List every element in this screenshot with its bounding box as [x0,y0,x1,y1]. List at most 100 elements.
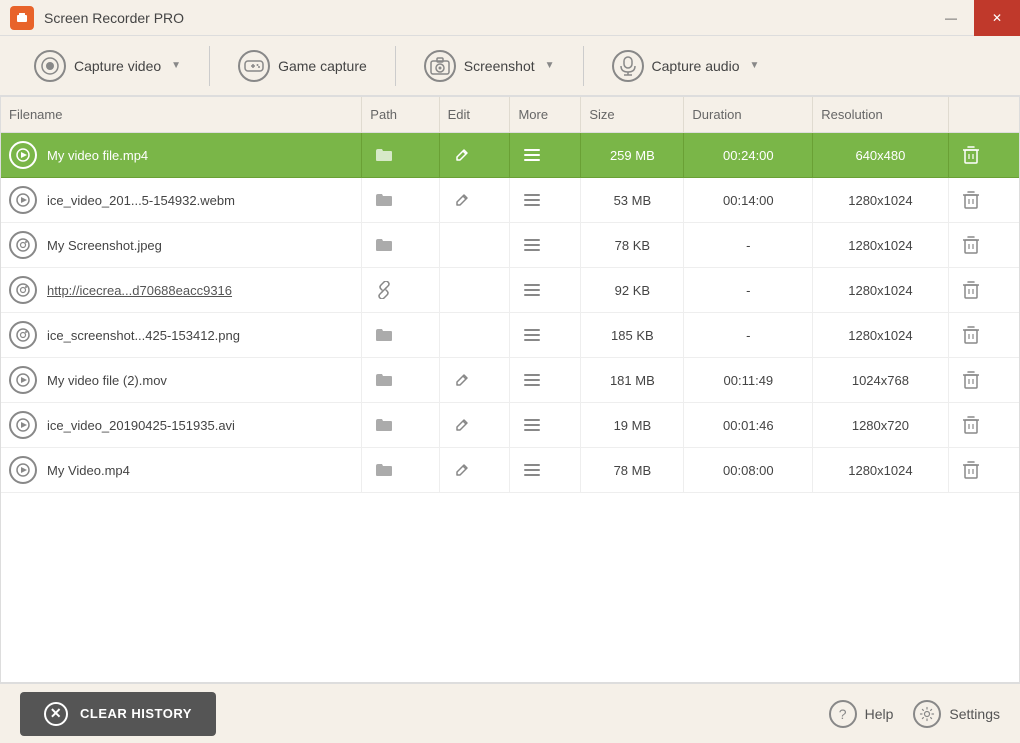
path-folder-button[interactable] [370,186,398,214]
delete-button[interactable] [957,231,985,259]
app-title: Screen Recorder PRO [44,10,184,26]
edit-button[interactable] [448,141,476,169]
more-button[interactable] [518,186,546,214]
table-row[interactable]: My video file.mp4 259 MB 00:24:00 640x48 [1,133,1019,178]
path-folder-button[interactable] [370,231,398,259]
file-name: ice_video_201...5-154932.webm [47,193,235,208]
cell-more [510,223,581,268]
table-row[interactable]: ice_screenshot...425-153412.png 185 KB -… [1,313,1019,358]
header-filename: Filename [1,97,362,133]
video-file-icon [9,186,37,214]
delete-button[interactable] [957,321,985,349]
path-folder-button[interactable] [370,366,398,394]
path-folder-button[interactable] [370,321,398,349]
capture-video-label: Capture video [74,58,161,74]
cell-size: 53 MB [581,178,684,223]
header-edit: Edit [439,97,510,133]
cell-edit [439,268,510,313]
more-button[interactable] [518,231,546,259]
edit-button[interactable] [448,186,476,214]
close-button[interactable]: ✕ [974,0,1020,36]
clear-history-button[interactable]: ✕ CLEAR HISTORY [20,692,216,736]
file-name: My Video.mp4 [47,463,130,478]
cell-delete [948,268,1019,313]
edit-button[interactable] [448,456,476,484]
file-name: ice_screenshot...425-153412.png [47,328,240,343]
more-button[interactable] [518,321,546,349]
header-path: Path [362,97,439,133]
file-name: My video file.mp4 [47,148,148,163]
cell-edit [439,133,510,178]
capture-audio-icon [612,50,644,82]
delete-button[interactable] [957,186,985,214]
path-link-button[interactable] [370,276,398,304]
video-file-icon [9,411,37,439]
cell-path [362,448,439,493]
more-button[interactable] [518,411,546,439]
table-row[interactable]: ice_video_201...5-154932.webm 53 MB 00:1… [1,178,1019,223]
screenshot-file-icon [9,231,37,259]
toolbar: Capture video ▼ Game capture Screenshot [0,36,1020,96]
capture-video-icon [34,50,66,82]
edit-button[interactable] [448,411,476,439]
separator-3 [583,46,584,86]
cell-more [510,133,581,178]
delete-button[interactable] [957,141,985,169]
table-row[interactable]: http://icecrea...d70688eacc9316 92 KB - … [1,268,1019,313]
file-link[interactable]: http://icecrea...d70688eacc9316 [47,283,232,298]
game-capture-label: Game capture [278,58,367,74]
cell-duration: - [684,268,813,313]
cell-filename: My video file (2).mov [1,358,362,403]
capture-audio-arrow: ▼ [749,60,759,71]
title-bar: Screen Recorder PRO — ✕ [0,0,1020,36]
cell-size: 259 MB [581,133,684,178]
cell-duration: 00:11:49 [684,358,813,403]
delete-button[interactable] [957,276,985,304]
screenshot-arrow: ▼ [545,60,555,71]
video-file-icon [9,141,37,169]
edit-button[interactable] [448,366,476,394]
more-button[interactable] [518,366,546,394]
cell-path [362,178,439,223]
video-file-icon [9,366,37,394]
cell-resolution: 1280x1024 [813,223,948,268]
delete-button[interactable] [957,411,985,439]
table-row[interactable]: ice_video_20190425-151935.avi 19 MB 00:0… [1,403,1019,448]
more-button[interactable] [518,456,546,484]
file-table-container[interactable]: Filename Path Edit More Size Duration Re… [0,96,1020,683]
cell-edit [439,448,510,493]
game-capture-button[interactable]: Game capture [224,42,381,90]
header-resolution: Resolution [813,97,948,133]
table-row[interactable]: My Video.mp4 78 MB 00:08:00 1280x1024 [1,448,1019,493]
cell-resolution: 1280x1024 [813,313,948,358]
capture-video-arrow: ▼ [171,60,181,71]
path-folder-button[interactable] [370,456,398,484]
settings-button[interactable]: Settings [913,700,1000,728]
more-button[interactable] [518,141,546,169]
clear-history-label: CLEAR HISTORY [80,706,192,721]
minimize-button[interactable]: — [928,0,974,36]
cell-edit [439,178,510,223]
delete-button[interactable] [957,366,985,394]
help-button[interactable]: ? Help [829,700,894,728]
help-label: Help [865,706,894,722]
path-folder-button[interactable] [370,141,398,169]
cell-resolution: 1280x720 [813,403,948,448]
cell-resolution: 1280x1024 [813,268,948,313]
cell-duration: 00:01:46 [684,403,813,448]
screenshot-button[interactable]: Screenshot ▼ [410,42,569,90]
cell-duration: 00:14:00 [684,178,813,223]
cell-size: 78 MB [581,448,684,493]
cell-resolution: 1280x1024 [813,178,948,223]
cell-path [362,268,439,313]
table-row[interactable]: My video file (2).mov 181 MB 00:11:49 10 [1,358,1019,403]
capture-audio-button[interactable]: Capture audio ▼ [598,42,774,90]
delete-button[interactable] [957,456,985,484]
path-folder-button[interactable] [370,411,398,439]
capture-video-button[interactable]: Capture video ▼ [20,42,195,90]
more-button[interactable] [518,276,546,304]
table-row[interactable]: My Screenshot.jpeg 78 KB - 1280x1024 [1,223,1019,268]
cell-more [510,178,581,223]
cell-filename: ice_screenshot...425-153412.png [1,313,362,358]
help-icon: ? [829,700,857,728]
